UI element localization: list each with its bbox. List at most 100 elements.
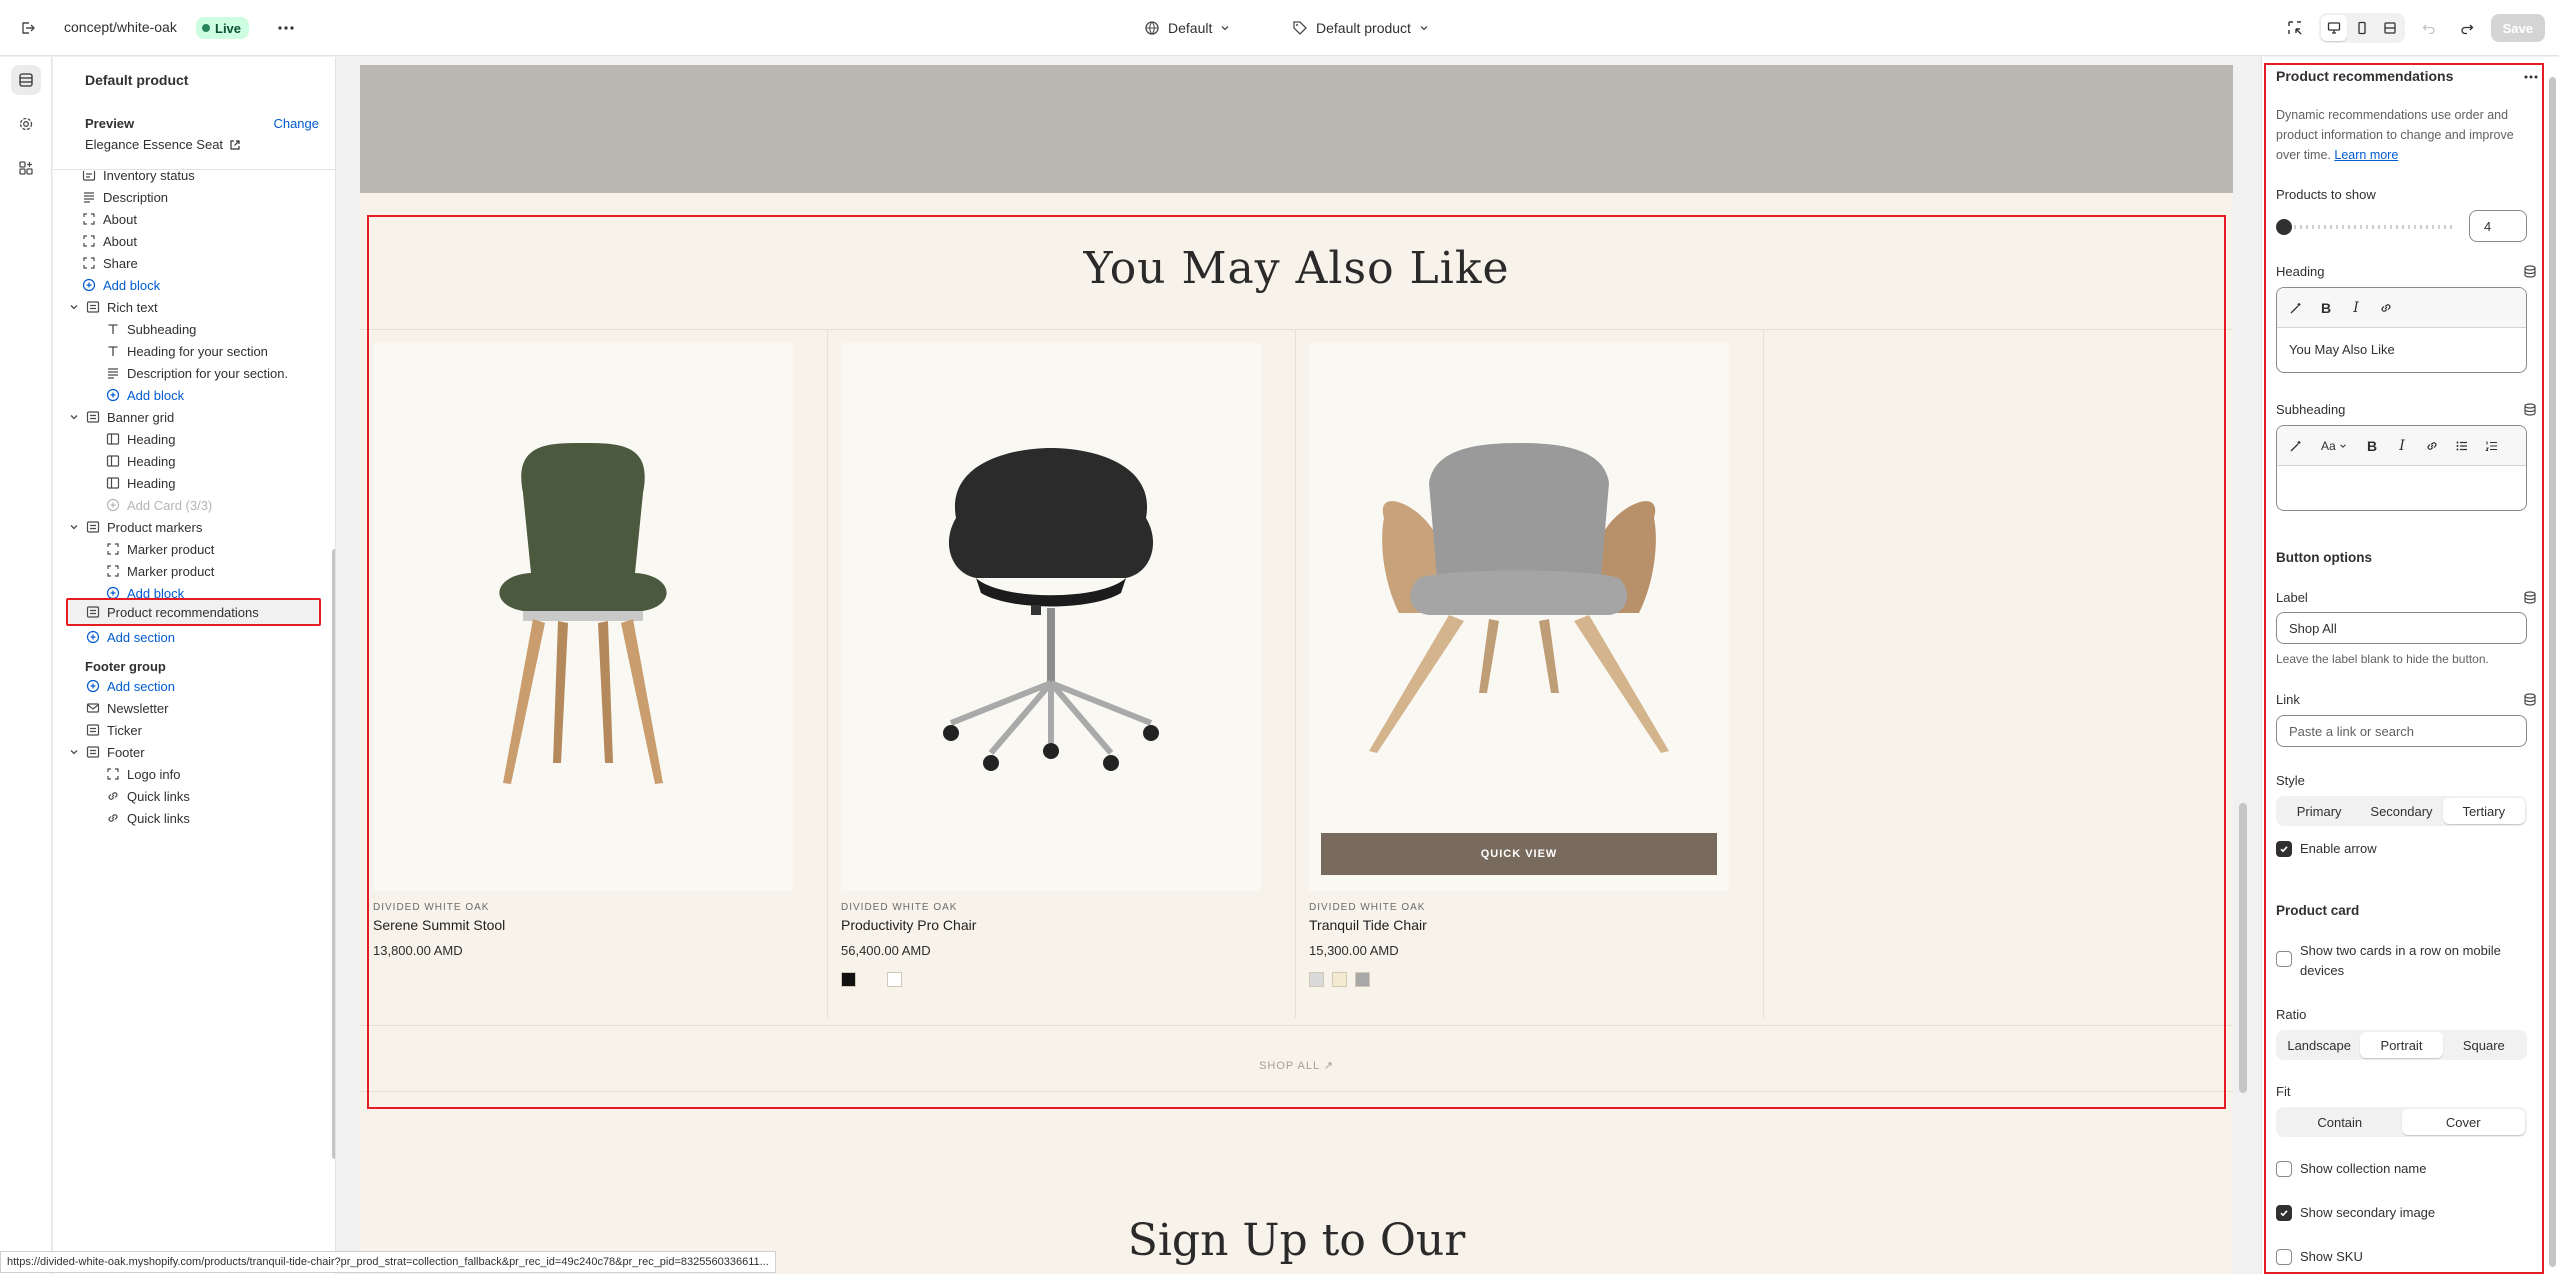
more-options-icon[interactable]: [274, 16, 298, 40]
checkbox-unchecked-icon[interactable]: [2276, 951, 2292, 967]
save-button[interactable]: Save: [2490, 14, 2545, 42]
sidebar-scrollbar[interactable]: [332, 169, 335, 1169]
redo-icon[interactable]: [2453, 14, 2481, 42]
italic-icon[interactable]: I: [2393, 437, 2411, 455]
swatch-beige[interactable]: [1332, 972, 1347, 987]
enable-arrow-checkbox[interactable]: Enable arrow: [2276, 839, 2377, 859]
block-description[interactable]: Description: [81, 185, 168, 209]
dynamic-source-icon[interactable]: [2523, 402, 2537, 416]
product-image[interactable]: [373, 343, 793, 891]
link-input[interactable]: Paste a link or search: [2276, 715, 2527, 747]
preview-product[interactable]: Elegance Essence Seat: [85, 137, 241, 152]
bold-icon[interactable]: B: [2363, 437, 2381, 455]
ratio-square[interactable]: Square: [2443, 1032, 2525, 1058]
section-product-recommendations[interactable]: Product recommendations: [85, 600, 259, 624]
bold-icon[interactable]: B: [2317, 299, 2335, 317]
section-product-markers[interactable]: Product markers: [85, 515, 202, 539]
block-description-for-section[interactable]: Description for your section.: [105, 361, 288, 385]
show-collection-name-checkbox[interactable]: Show collection name: [2276, 1159, 2426, 1179]
show-sku-checkbox[interactable]: Show SKU: [2276, 1247, 2363, 1267]
block-about-1[interactable]: About: [81, 207, 137, 231]
chevron-down-icon[interactable]: [67, 410, 81, 424]
learn-more-link[interactable]: Learn more: [2334, 148, 2398, 162]
scrollbar-thumb[interactable]: [332, 549, 335, 1159]
heading-editor[interactable]: B I You May Also Like: [2276, 287, 2527, 373]
block-marker-product-2[interactable]: Marker product: [105, 559, 214, 583]
product-card[interactable]: QUICK VIEW DIVIDED WHITE OAK Tranquil Ti…: [1296, 330, 1764, 1018]
dynamic-source-icon[interactable]: [2523, 692, 2537, 706]
product-image[interactable]: QUICK VIEW: [1309, 343, 1729, 891]
exit-icon[interactable]: [14, 14, 42, 42]
mobile-icon[interactable]: [2349, 15, 2375, 41]
font-size-dropdown[interactable]: Aa: [2317, 437, 2351, 455]
style-primary[interactable]: Primary: [2278, 798, 2360, 824]
products-to-show-slider[interactable]: [2282, 225, 2452, 229]
magic-icon[interactable]: [2287, 437, 2305, 455]
button-label-input[interactable]: Shop All: [2276, 612, 2527, 644]
add-block-button[interactable]: Add block: [81, 273, 160, 297]
product-card[interactable]: DIVIDED WHITE OAK Productivity Pro Chair…: [828, 330, 1296, 1018]
section-newsletter[interactable]: Newsletter: [85, 696, 168, 720]
numbered-list-icon[interactable]: [2483, 437, 2501, 455]
block-about-2[interactable]: About: [81, 229, 137, 253]
section-footer[interactable]: Footer: [85, 740, 145, 764]
checkbox-checked-icon[interactable]: [2276, 841, 2292, 857]
scrollbar-thumb[interactable]: [2239, 803, 2247, 1093]
shop-all-link[interactable]: SHOP ALL ↗: [360, 1059, 2233, 1072]
italic-icon[interactable]: I: [2347, 299, 2365, 317]
chevron-down-icon[interactable]: [67, 520, 81, 534]
product-name[interactable]: Serene Summit Stool: [373, 917, 505, 933]
section-banner-grid[interactable]: Banner grid: [85, 405, 174, 429]
block-share[interactable]: Share: [81, 251, 138, 275]
section-ticker[interactable]: Ticker: [85, 718, 142, 742]
product-card[interactable]: DIVIDED WHITE OAK Serene Summit Stool 13…: [360, 330, 828, 1018]
block-heading-for-section[interactable]: Heading for your section: [105, 339, 268, 363]
product-name[interactable]: Productivity Pro Chair: [841, 917, 976, 933]
block-heading-2[interactable]: Heading: [105, 449, 175, 473]
product-image[interactable]: [841, 343, 1261, 891]
style-tertiary[interactable]: Tertiary: [2442, 798, 2525, 824]
link-icon[interactable]: [2377, 299, 2395, 317]
add-block-button[interactable]: Add block: [105, 383, 184, 407]
product-name[interactable]: Tranquil Tide Chair: [1309, 917, 1427, 933]
link-icon[interactable]: [2423, 437, 2441, 455]
checkbox-unchecked-icon[interactable]: [2276, 1161, 2292, 1177]
two-cards-checkbox[interactable]: Show two cards in a row on mobile device…: [2276, 941, 2526, 981]
swatch-black[interactable]: [841, 972, 856, 987]
subheading-value[interactable]: [2277, 466, 2526, 510]
swatch-grey[interactable]: [1355, 972, 1370, 987]
more-options-icon[interactable]: [2523, 70, 2539, 84]
theme-selector[interactable]: Default: [1144, 16, 1230, 40]
apps-icon[interactable]: [11, 153, 41, 183]
swatch-cream[interactable]: [864, 972, 879, 987]
dynamic-source-icon[interactable]: [2523, 264, 2537, 278]
swatch-light-grey[interactable]: [1309, 972, 1324, 987]
checkbox-checked-icon[interactable]: [2276, 1205, 2292, 1221]
heading-value[interactable]: You May Also Like: [2277, 328, 2526, 372]
magic-icon[interactable]: [2287, 299, 2305, 317]
block-subheading[interactable]: Subheading: [105, 317, 196, 341]
scrollbar-thumb[interactable]: [2549, 77, 2556, 1267]
products-to-show-input[interactable]: 4: [2469, 210, 2527, 242]
dynamic-source-icon[interactable]: [2523, 590, 2537, 604]
block-heading-3[interactable]: Heading: [105, 471, 175, 495]
desktop-icon[interactable]: [2320, 15, 2347, 41]
block-quick-links-2[interactable]: Quick links: [105, 806, 190, 830]
add-section-button[interactable]: Add section: [85, 674, 175, 698]
subheading-editor[interactable]: Aa B I: [2276, 425, 2527, 511]
ratio-landscape[interactable]: Landscape: [2278, 1032, 2360, 1058]
ratio-portrait[interactable]: Portrait: [2360, 1032, 2443, 1058]
chevron-down-icon[interactable]: [67, 745, 81, 759]
undo-icon[interactable]: [2415, 14, 2443, 42]
bullet-list-icon[interactable]: [2453, 437, 2471, 455]
section-rich-text[interactable]: Rich text: [85, 295, 158, 319]
fit-contain[interactable]: Contain: [2278, 1109, 2402, 1135]
sections-icon[interactable]: [11, 65, 41, 95]
fit-cover[interactable]: Cover: [2401, 1109, 2525, 1135]
block-marker-product-1[interactable]: Marker product: [105, 537, 214, 561]
show-secondary-image-checkbox[interactable]: Show secondary image: [2276, 1203, 2435, 1223]
slider-handle[interactable]: [2276, 219, 2292, 235]
block-heading-1[interactable]: Heading: [105, 427, 175, 451]
inspector-icon[interactable]: [2281, 14, 2309, 42]
add-section-button[interactable]: Add section: [85, 625, 175, 649]
